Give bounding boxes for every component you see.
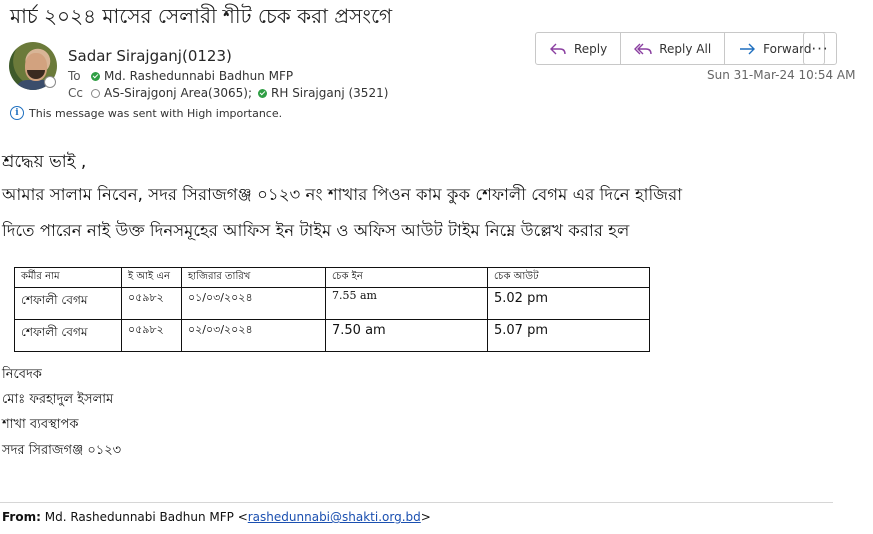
reply-label: Reply	[574, 41, 608, 56]
table-header-cell: কর্মীর নাম	[14, 267, 122, 288]
more-actions-button[interactable]: ···	[803, 32, 837, 65]
table-cell: শেফালী বেগম	[14, 287, 122, 320]
quoted-from-line: From: Md. Rashedunnabi Badhun MFP <rashe…	[2, 510, 431, 524]
table-cell: ০১/০৩/২০২৪	[181, 287, 326, 320]
presence-status-icon	[44, 76, 56, 88]
body-greeting: শ্রদ্ধেয় ভাই ,	[2, 152, 87, 172]
sender-name[interactable]: Sadar Sirajganj(0123)	[68, 47, 232, 65]
reply-all-button[interactable]: Reply All	[621, 33, 726, 64]
importance-text: This message was sent with High importan…	[29, 106, 283, 120]
presence-available-icon	[258, 88, 268, 98]
table-header-cell: চেক ইন	[325, 267, 488, 288]
quoted-from-label: From:	[2, 510, 41, 524]
table-cell: শেফালী বেগম	[14, 319, 122, 352]
sent-datetime: Sun 31-Mar-24 10:54 AM	[707, 68, 856, 82]
reply-all-icon	[634, 43, 652, 54]
message-actions: Reply Reply All Forward	[535, 32, 826, 65]
table-cell: 5.02 pm	[487, 287, 650, 320]
quoted-from-email-link[interactable]: rashedunnabi@shakti.org.bd	[248, 510, 421, 524]
reply-all-label: Reply All	[659, 41, 712, 56]
table-header-row: কর্মীর নাম ই আই এন হাজিরার তারিখ চেক ইন …	[14, 267, 650, 288]
quoted-from-name: Md. Rashedunnabi Badhun MFP <	[44, 510, 248, 524]
quoted-message-divider	[0, 502, 833, 503]
table-cell: 7.55 am	[325, 287, 488, 320]
to-recipient[interactable]: Md. Rashedunnabi Badhun MFP	[104, 69, 293, 83]
table-cell: ০৫৯৮২	[121, 287, 182, 320]
cc-label: Cc	[68, 86, 83, 100]
table-header-cell: হাজিরার তারিখ	[181, 267, 326, 288]
email-subject: মার্চ ২০২৪ মাসের সেলারী শীট চেক করা প্রস…	[10, 4, 393, 28]
presence-offline-icon	[91, 88, 100, 98]
table-row: শেফালী বেগম ০৫৯৮২ ০১/০৩/২০২৪ 7.55 am 5.0…	[14, 287, 650, 320]
signature-line: সদর সিরাজগঞ্জ ০১২৩	[2, 443, 122, 458]
table-cell: 7.50 am	[325, 319, 488, 352]
body-line-2: দিতে পারেন নাই উক্ত দিনসমূহের আফিস ইন টা…	[2, 221, 630, 240]
signature-line: নিবেদক	[2, 367, 42, 382]
quoted-from-close: >	[420, 510, 431, 524]
table-cell: ০৫৯৮২	[121, 319, 182, 352]
table-cell: ০২/০৩/২০২৪	[181, 319, 326, 352]
cc-recipient[interactable]: RH Sirajganj (3521)	[271, 86, 388, 100]
importance-banner: i This message was sent with High import…	[10, 106, 282, 120]
signature-line: শাখা ব্যবস্থাপক	[2, 417, 79, 432]
presence-available-icon	[91, 71, 100, 81]
info-icon: i	[10, 106, 24, 120]
cc-recipient[interactable]: AS-Sirajgonj Area(3065);	[104, 86, 252, 100]
reply-button[interactable]: Reply	[536, 33, 622, 64]
signature-line: মোঃ ফরহাদুল ইসলাম	[2, 392, 114, 407]
table-header-cell: চেক আউট	[487, 267, 650, 288]
to-label: To	[68, 69, 81, 83]
table-row: শেফালী বেগম ০৫৯৮২ ০২/০৩/২০২৪ 7.50 am 5.0…	[14, 319, 650, 352]
body-line-1: আমার সালাম নিবেন, সদর সিরাজগঞ্জ ০১২৩ নং …	[2, 185, 683, 204]
forward-icon	[740, 43, 756, 54]
table-header-cell: ই আই এন	[121, 267, 182, 288]
cc-recipients: AS-Sirajgonj Area(3065); RH Sirajganj (3…	[91, 86, 388, 100]
to-recipients: Md. Rashedunnabi Badhun MFP	[91, 69, 293, 83]
attendance-table: কর্মীর নাম ই আই এন হাজিরার তারিখ চেক ইন …	[14, 267, 650, 352]
reply-icon	[550, 43, 566, 54]
table-cell: 5.07 pm	[487, 319, 650, 352]
